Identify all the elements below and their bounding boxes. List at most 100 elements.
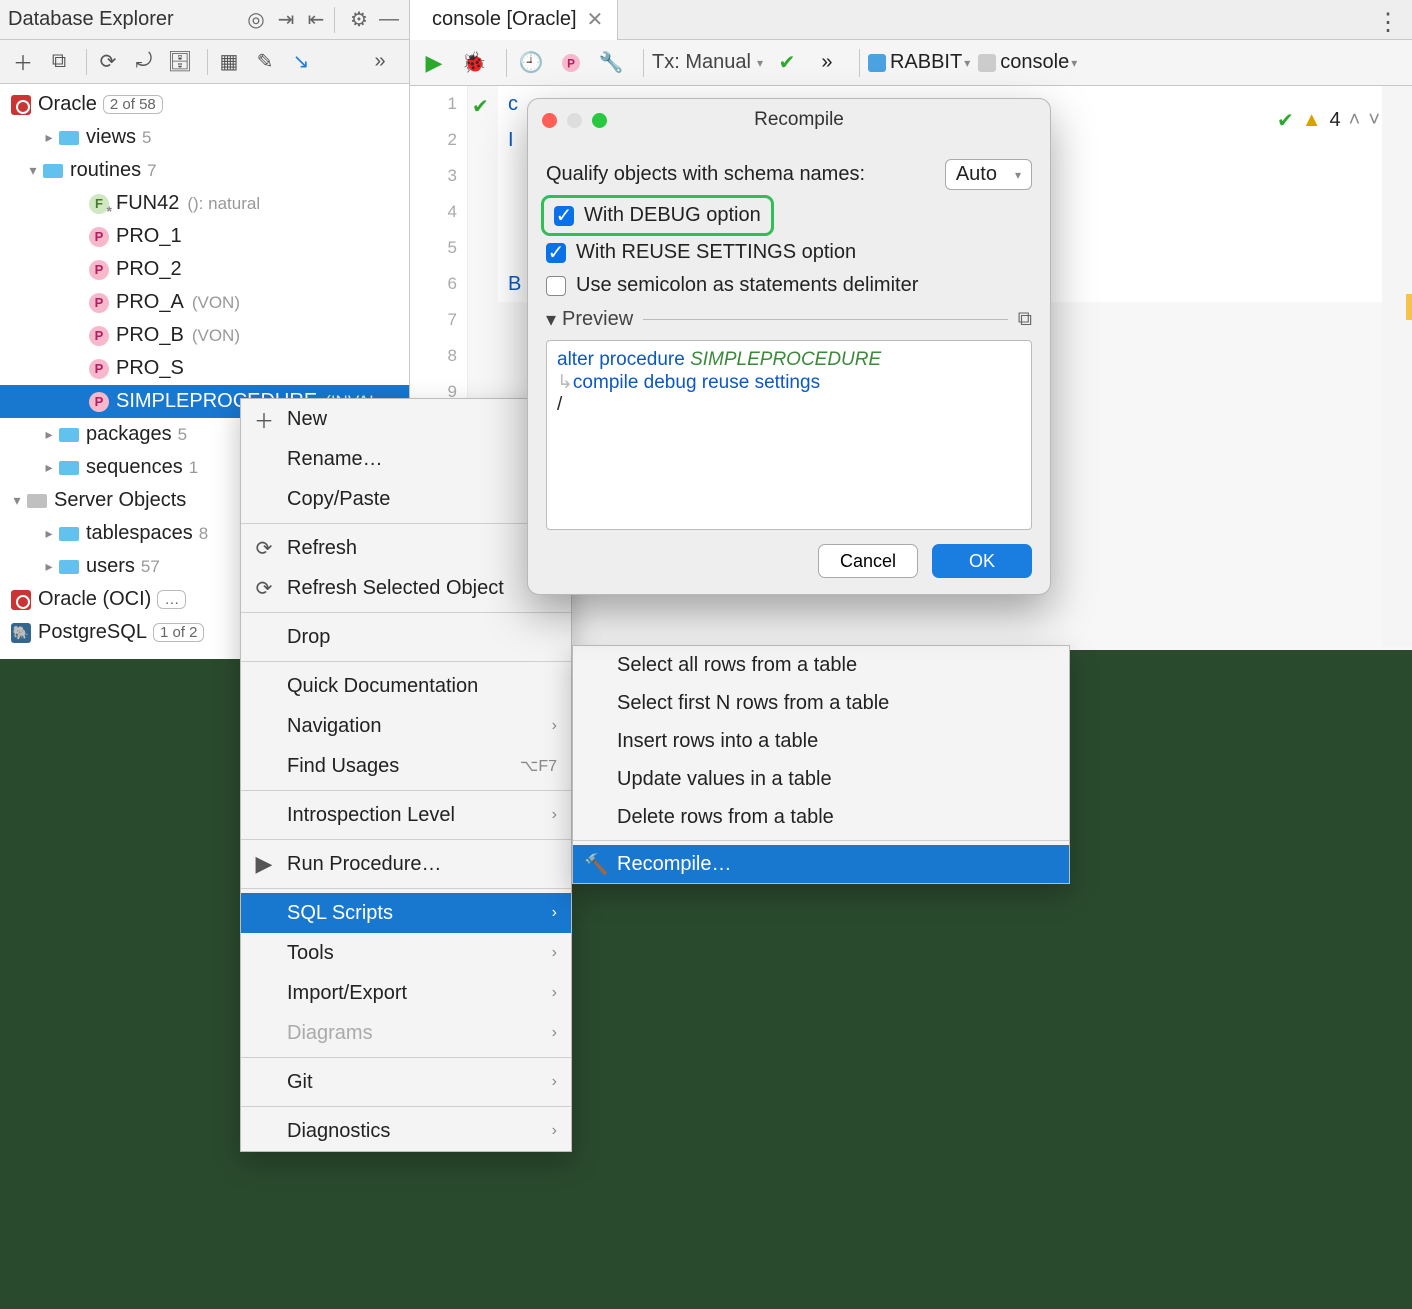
ctx-refresh[interactable]: ⟳Refresh: [241, 528, 571, 568]
sub-update[interactable]: Update values in a table: [573, 760, 1069, 798]
ok-icon: ✔: [1277, 108, 1294, 133]
sync-icon[interactable]: ⤾: [129, 47, 159, 77]
ctx-drop[interactable]: Drop: [241, 617, 571, 657]
warn-stripe: [1406, 294, 1412, 320]
context-menu: ＋New Rename…› Copy/Paste ⟳Refresh ⟳Refre…: [240, 398, 572, 1152]
node-fun42[interactable]: F FUN42 (): natural: [0, 187, 409, 220]
sub-delete[interactable]: Delete rows from a table: [573, 798, 1069, 836]
editor-tab-bar: console [Oracle] ✕: [410, 0, 1412, 40]
run-icon: ▶: [253, 853, 275, 875]
preview-label: Preview: [562, 308, 633, 331]
tab-console[interactable]: console [Oracle] ✕: [410, 0, 618, 40]
jump-icon[interactable]: ↘: [286, 47, 316, 77]
sub-insert[interactable]: Insert rows into a table: [573, 722, 1069, 760]
tx-mode[interactable]: Tx: Manual▾: [652, 51, 763, 74]
db-sync-icon[interactable]: 🗄: [165, 47, 195, 77]
duplicate-icon[interactable]: ⧉: [44, 47, 74, 77]
more-icon[interactable]: »: [811, 47, 843, 79]
node-views[interactable]: ▸ views 5: [0, 121, 409, 154]
datasource-picker[interactable]: RABBIT▾: [868, 51, 970, 74]
node-proS[interactable]: PPRO_S: [0, 352, 409, 385]
gutter-ok-icon: ✔: [472, 94, 489, 119]
chevron-down-icon[interactable]: ▾: [546, 307, 556, 332]
console-picker[interactable]: console▾: [978, 51, 1077, 74]
ds-oracle[interactable]: Oracle 2 of 58: [0, 88, 409, 121]
folder-icon: [59, 560, 79, 574]
ctx-introspection[interactable]: Introspection Level›: [241, 795, 571, 835]
db-toolbar: ＋ ⧉ ⟳ ⤾ 🗄 ▦ ✎ ↘ »: [0, 40, 409, 84]
edit-icon[interactable]: ✎: [250, 47, 280, 77]
preview-code[interactable]: alter procedure SIMPLEPROCEDURE ↳compile…: [546, 340, 1032, 530]
node-routines[interactable]: ▾ routines 7: [0, 154, 409, 187]
debug-icon[interactable]: 🐞: [458, 47, 490, 79]
collapse-all-icon[interactable]: ⇥: [274, 8, 298, 32]
ctx-new[interactable]: ＋New: [241, 399, 571, 439]
procedure-icon: P: [89, 260, 109, 280]
kebab-menu-icon[interactable]: ⋮: [1376, 8, 1400, 37]
node-proA[interactable]: PPRO_A(VON): [0, 286, 409, 319]
ctx-refresh-selected[interactable]: ⟳Refresh Selected Object: [241, 568, 571, 608]
expand-all-icon[interactable]: ⇤: [304, 8, 328, 32]
reuse-settings-label: With REUSE SETTINGS option: [576, 241, 856, 264]
profile-icon[interactable]: P: [555, 47, 587, 79]
window-close-icon[interactable]: [542, 113, 557, 128]
node-pro1[interactable]: PPRO_1: [0, 220, 409, 253]
ctx-copy[interactable]: Copy/Paste: [241, 479, 571, 519]
commit-icon[interactable]: ✔: [771, 47, 803, 79]
ctx-rename[interactable]: Rename…›: [241, 439, 571, 479]
ctx-find-usages[interactable]: Find Usages⌥F7: [241, 746, 571, 786]
sub-select-n[interactable]: Select first N rows from a table: [573, 684, 1069, 722]
dialog-title: Recompile: [617, 109, 981, 131]
folder-icon: [27, 494, 47, 508]
popout-icon[interactable]: ⧉: [1018, 308, 1032, 331]
node-proB[interactable]: PPRO_B(VON): [0, 319, 409, 352]
chevron-up-icon[interactable]: ˄: [1349, 109, 1361, 132]
editor-toolbar: ▶ 🐞 🕘 P 🔧 Tx: Manual▾ ✔ » RABBIT▾ consol…: [410, 40, 1412, 86]
ctx-tools[interactable]: Tools›: [241, 933, 571, 973]
warn-icon: ▲: [1302, 109, 1322, 132]
chevron-right-icon: ▸: [40, 129, 58, 146]
ctx-run-procedure[interactable]: ▶Run Procedure…: [241, 844, 571, 884]
procedure-icon: P: [89, 359, 109, 379]
gear-icon[interactable]: ⚙: [347, 8, 371, 32]
sub-select-all[interactable]: Select all rows from a table: [573, 646, 1069, 684]
ctx-quick-doc[interactable]: Quick Documentation: [241, 666, 571, 706]
cancel-button[interactable]: Cancel: [818, 544, 918, 578]
ctx-diagrams: Diagrams›: [241, 1013, 571, 1053]
target-icon[interactable]: ◎: [244, 8, 268, 32]
add-icon[interactable]: ＋: [8, 47, 38, 77]
refresh-icon: ⟳: [253, 577, 275, 599]
ctx-sql-scripts[interactable]: SQL Scripts›: [241, 893, 571, 933]
qualify-dropdown[interactable]: Auto ▾: [945, 159, 1032, 190]
ctx-import-export[interactable]: Import/Export›: [241, 973, 571, 1013]
reuse-settings-checkbox[interactable]: ✓: [546, 243, 566, 263]
run-icon[interactable]: ▶: [418, 47, 450, 79]
editor-gutter: 1 2 3 4 5 6 7 8 9: [410, 86, 468, 410]
close-icon[interactable]: ✕: [587, 7, 604, 32]
wrench-icon[interactable]: 🔧: [595, 47, 627, 79]
window-zoom-icon[interactable]: [592, 113, 607, 128]
sql-scripts-submenu: Select all rows from a table Select firs…: [572, 645, 1070, 884]
window-minimize-icon[interactable]: [567, 113, 582, 128]
table-icon[interactable]: ▦: [214, 47, 244, 77]
node-pro2[interactable]: PPRO_2: [0, 253, 409, 286]
history-icon[interactable]: 🕘: [515, 47, 547, 79]
ctx-navigation[interactable]: Navigation›: [241, 706, 571, 746]
chevron-down-icon: ▾: [24, 162, 42, 179]
minimize-icon[interactable]: —: [377, 8, 401, 32]
refresh-icon[interactable]: ⟳: [93, 47, 123, 77]
debug-option-checkbox[interactable]: ✓: [554, 206, 574, 226]
chevron-down-icon[interactable]: ˅: [1368, 109, 1380, 132]
folder-icon: [59, 428, 79, 442]
ctx-git[interactable]: Git›: [241, 1062, 571, 1102]
more-icon[interactable]: »: [365, 47, 395, 77]
ctx-diagnostics[interactable]: Diagnostics›: [241, 1111, 571, 1151]
refresh-icon: ⟳: [253, 537, 275, 559]
inspection-widget[interactable]: ✔ ▲ 4 ˄ ˅: [1277, 108, 1380, 133]
tab-label: console [Oracle]: [432, 8, 577, 31]
recompile-dialog: Recompile Qualify objects with schema na…: [527, 98, 1051, 595]
semicolon-checkbox[interactable]: [546, 276, 566, 296]
ok-button[interactable]: OK: [932, 544, 1032, 578]
ellipsis-pill: …: [157, 590, 186, 609]
sub-recompile[interactable]: 🔨Recompile…: [573, 845, 1069, 883]
